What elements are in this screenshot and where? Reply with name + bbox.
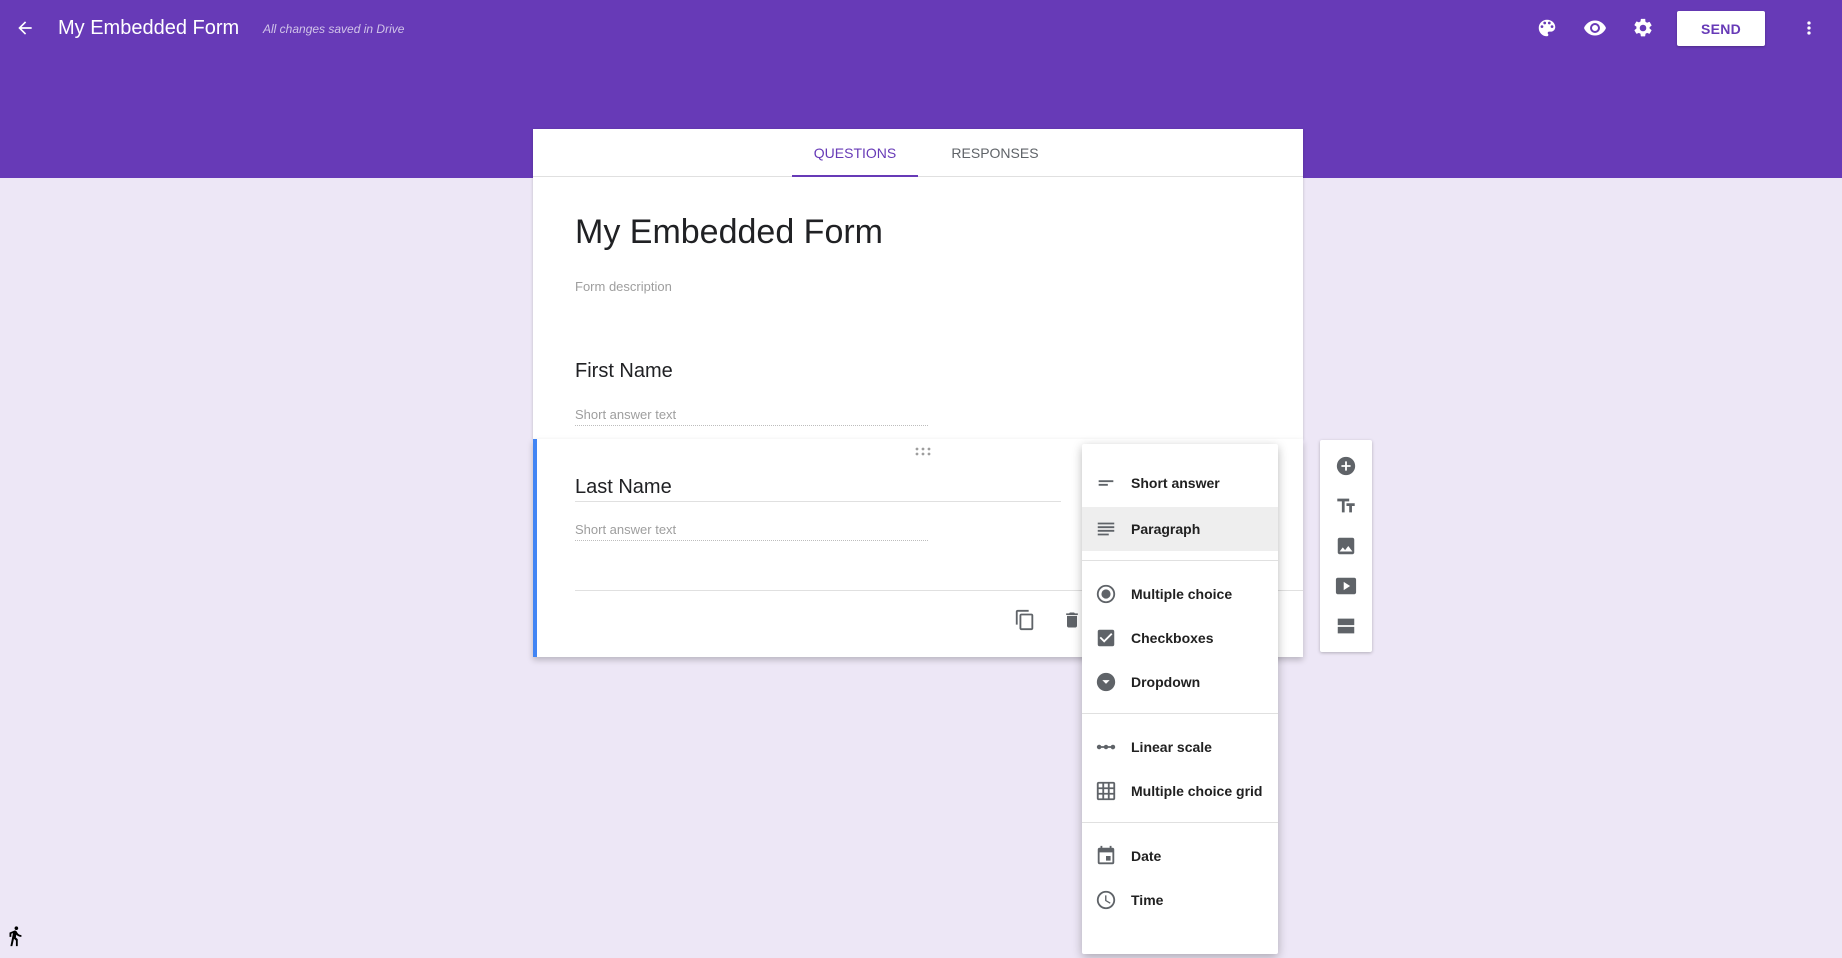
add-title-icon (1337, 498, 1355, 513)
menu-item-time[interactable]: Time (1082, 878, 1278, 922)
question-title-last-name[interactable]: Last Name (575, 474, 672, 500)
menu-item-multiple-choice-grid[interactable]: Multiple choice grid (1082, 769, 1278, 813)
menu-separator (1082, 822, 1278, 823)
add-question-icon (1336, 456, 1356, 476)
side-toolbar (1320, 440, 1372, 652)
duplicate-button[interactable] (1012, 607, 1038, 633)
menu-item-multiple-choice[interactable]: Multiple choice (1082, 572, 1278, 616)
accessibility-icon[interactable] (4, 924, 26, 948)
add-section-button[interactable] (1332, 612, 1360, 640)
app-title[interactable]: My Embedded Form (58, 15, 239, 41)
add-section-icon (1337, 618, 1355, 634)
palette-button[interactable] (1533, 14, 1561, 42)
menu-item-label: Multiple choice grid (1131, 783, 1263, 799)
paragraph-icon (1094, 517, 1118, 541)
form-description-field[interactable]: Form description (575, 279, 672, 294)
add-title-button[interactable] (1332, 492, 1360, 520)
short-answer-icon (1094, 471, 1118, 495)
more-options-button[interactable] (1795, 14, 1823, 42)
checkbox-icon (1094, 626, 1118, 650)
menu-item-label: Linear scale (1131, 739, 1212, 755)
back-button[interactable] (10, 13, 40, 43)
tab-responses[interactable]: RESPONSES (932, 129, 1058, 177)
clock-icon (1094, 888, 1118, 912)
more-vert-icon (1807, 21, 1811, 35)
menu-item-label: Paragraph (1131, 521, 1201, 537)
add-video-icon (1335, 577, 1357, 595)
tab-questions[interactable]: QUESTIONS (792, 129, 918, 177)
settings-button[interactable] (1629, 14, 1657, 42)
menu-item-date[interactable]: Date (1082, 834, 1278, 878)
settings-gear-icon (1634, 18, 1652, 37)
question-title-first-name[interactable]: First Name (575, 358, 673, 384)
preview-eye-icon (1584, 20, 1606, 36)
save-status: All changes saved in Drive (263, 22, 405, 36)
form-card: QUESTIONS RESPONSES My Embedded Form For… (533, 129, 1303, 439)
drag-handle-icon[interactable] (913, 447, 933, 457)
menu-item-dropdown[interactable]: Dropdown (1082, 660, 1278, 704)
dropdown-icon (1094, 670, 1118, 694)
menu-item-label: Checkboxes (1131, 630, 1214, 646)
add-image-button[interactable] (1332, 532, 1360, 560)
menu-item-linear-scale[interactable]: Linear scale (1082, 725, 1278, 769)
menu-item-label: Date (1131, 848, 1162, 864)
calendar-icon (1094, 844, 1118, 868)
short-answer-placeholder: Short answer text (575, 522, 928, 541)
add-image-icon (1337, 537, 1355, 555)
radio-icon (1094, 582, 1118, 606)
grid-icon (1094, 779, 1118, 803)
tab-bar: QUESTIONS RESPONSES (533, 129, 1303, 177)
add-video-button[interactable] (1332, 572, 1360, 600)
menu-item-label: Time (1131, 892, 1164, 908)
menu-separator (1082, 560, 1278, 561)
menu-item-label: Dropdown (1131, 674, 1201, 690)
menu-item-paragraph[interactable]: Paragraph (1082, 507, 1278, 551)
menu-item-label: Short answer (1131, 475, 1220, 491)
question-type-menu: Short answer Paragraph Multiple choice C… (1082, 444, 1278, 954)
menu-separator (1082, 713, 1278, 714)
add-question-button[interactable] (1332, 452, 1360, 480)
duplicate-icon (1015, 609, 1034, 631)
short-answer-placeholder: Short answer text (575, 407, 928, 426)
trash-icon (1066, 612, 1078, 628)
palette-icon (1538, 19, 1556, 37)
menu-item-checkboxes[interactable]: Checkboxes (1082, 616, 1278, 660)
back-arrow-icon (18, 21, 32, 35)
linear-scale-icon (1094, 735, 1118, 759)
send-button[interactable]: SEND (1677, 11, 1765, 46)
question-title-underline (575, 501, 1061, 502)
menu-item-label: Multiple choice (1131, 586, 1233, 602)
form-title[interactable]: My Embedded Form (575, 211, 883, 253)
preview-button[interactable] (1581, 14, 1609, 42)
menu-item-short-answer[interactable]: Short answer (1082, 461, 1278, 505)
